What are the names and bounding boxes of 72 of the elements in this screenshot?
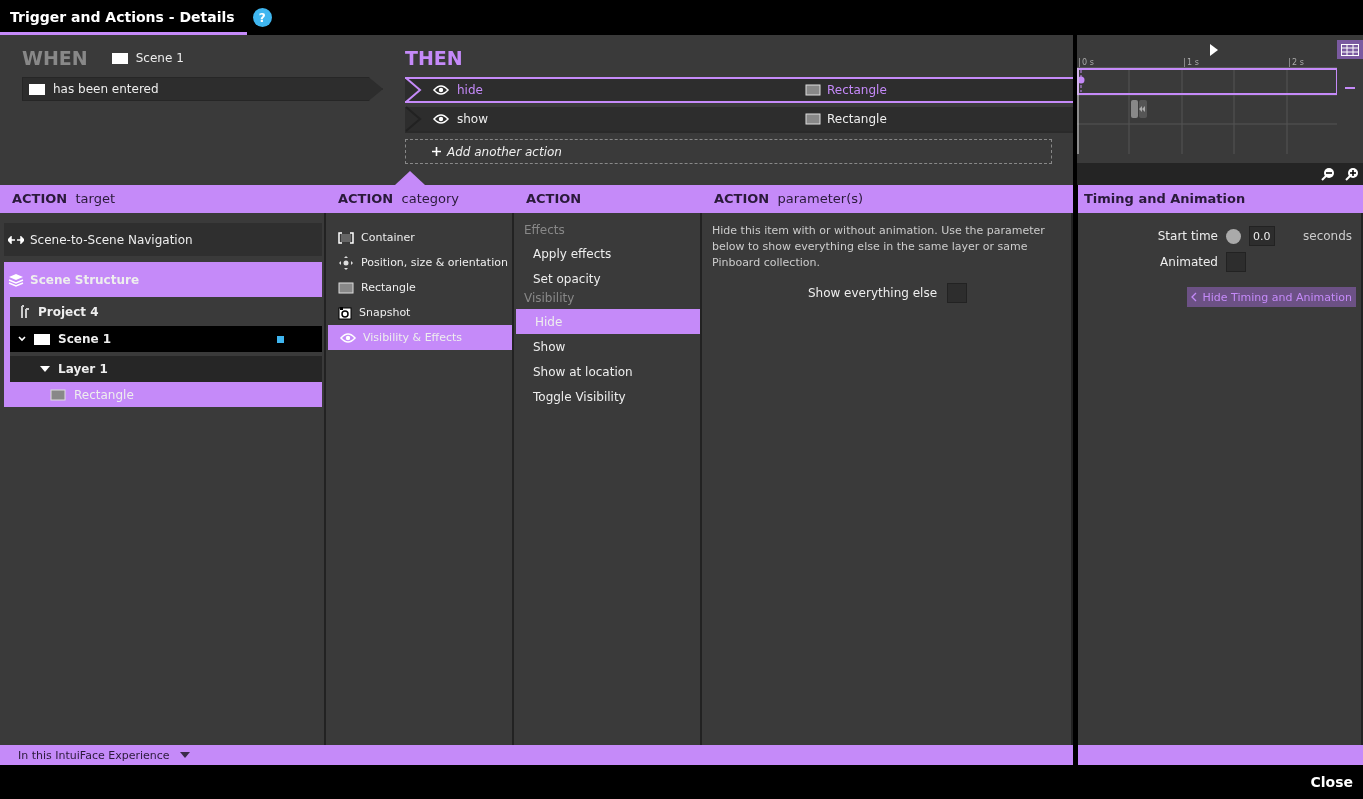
tree-item[interactable]: Scene 1 [10, 326, 322, 352]
eye-icon [433, 84, 449, 96]
scene-icon [34, 333, 50, 345]
rectangle-icon [338, 281, 354, 294]
bracket-icon [338, 231, 354, 244]
scene-icon [29, 83, 45, 95]
close-button[interactable]: Close [1300, 774, 1363, 790]
radio-button[interactable] [1226, 228, 1241, 244]
list-item[interactable]: Position, size & orientation [326, 250, 512, 275]
time-tick: 0 s [1079, 58, 1184, 67]
list-item[interactable]: Scene-to-Scene Navigation [4, 223, 322, 256]
group-heading: Visibility [523, 291, 576, 307]
list-item[interactable]: Toggle Visibility [514, 384, 700, 409]
chevron-icon [18, 336, 26, 342]
list-item[interactable]: Show [514, 334, 700, 359]
action-row[interactable]: hide Rectangle [405, 77, 1073, 103]
grid-icon [1341, 43, 1359, 56]
column-header: Timing and Animation [1078, 185, 1363, 213]
rectangle-icon [805, 84, 821, 96]
field-label: Start time [1156, 229, 1218, 243]
move-icon [338, 254, 354, 271]
description-text: Hide this item with or without animation. Use the parameter below to show everything else in the same layer or same Pinboard collection. [712, 223, 1046, 271]
plus-icon [432, 147, 441, 156]
minus-icon [1345, 87, 1355, 89]
camera-icon [338, 305, 352, 320]
play-icon [1209, 43, 1219, 57]
chevron-icon [405, 77, 423, 103]
checkbox[interactable] [947, 283, 968, 303]
trigger-row[interactable]: has been entered [22, 77, 383, 101]
when-heading: WHEN [22, 47, 88, 69]
zoom-out-icon [1321, 167, 1335, 181]
list-item[interactable]: Snapshot [326, 300, 512, 325]
group-heading: Effects [523, 223, 566, 239]
time-tick: 1 s [1184, 58, 1289, 67]
chevron-icon [405, 106, 423, 132]
scene-icon [111, 52, 128, 64]
action-name: hide [457, 83, 484, 97]
grid-view-button[interactable] [1337, 40, 1363, 59]
rectangle-icon [805, 113, 821, 125]
action-target: Rectangle [827, 112, 887, 126]
rectangle-icon [50, 388, 66, 401]
list-item[interactable]: Show at location [514, 359, 700, 384]
pointer-icon [395, 171, 425, 185]
list-item[interactable]: Set opacity [514, 266, 700, 291]
tree-item[interactable]: Project 4 [10, 297, 322, 326]
chevron-left-icon [1191, 292, 1198, 302]
unit-label: seconds [1303, 229, 1353, 243]
eye-icon [433, 113, 449, 125]
option-label: Show everything else [807, 286, 938, 300]
list-item[interactable]: Rectangle [326, 275, 512, 300]
trigger-text: has been entered [53, 82, 159, 96]
zoom-in-icon [1345, 167, 1359, 181]
layers-icon [8, 272, 24, 287]
scope-dropdown[interactable]: In this IntuiFace Experience [0, 745, 1073, 765]
add-action-button[interactable]: Add another action [405, 139, 1052, 164]
scene-label: Scene 1 [135, 51, 184, 65]
triangle-icon [40, 366, 50, 372]
arrows-icon [8, 235, 24, 244]
then-heading: THEN [405, 47, 464, 69]
action-name: show [457, 112, 489, 126]
project-icon [20, 304, 30, 319]
action-row[interactable]: show Rectangle [405, 107, 1073, 133]
tree-item[interactable]: Layer 1 [10, 352, 322, 382]
list-item[interactable]: Apply effects [514, 241, 700, 266]
eye-icon [340, 331, 356, 344]
time-field[interactable]: 0.0 [1249, 226, 1275, 246]
action-target: Rectangle [827, 83, 887, 97]
square-icon [277, 335, 284, 343]
list-item[interactable]: Container [326, 225, 512, 250]
caret-icon [179, 752, 190, 758]
field-label: Animated [1159, 255, 1218, 269]
checkbox[interactable] [1226, 252, 1246, 272]
